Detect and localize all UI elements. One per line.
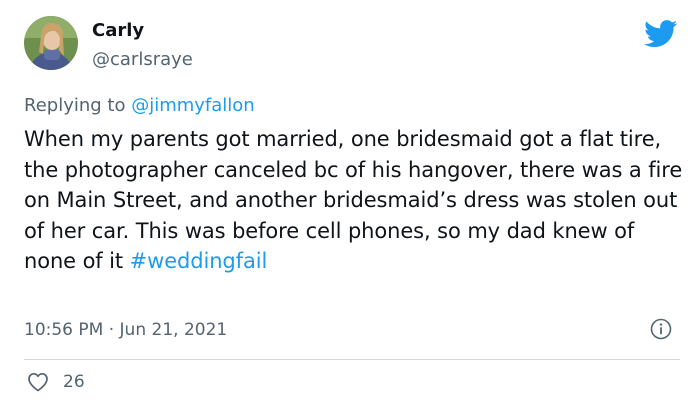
hashtag-link[interactable]: #weddingfail xyxy=(130,249,268,273)
tweet-body: When my parents got married, one bridesm… xyxy=(24,127,683,273)
tweet-time: 10:56 PM xyxy=(24,320,104,340)
tweet-card: Carly @carlsraye Replying to @jimmyfallo… xyxy=(0,0,700,411)
user-handle[interactable]: @carlsraye xyxy=(92,49,193,70)
tweet-date: Jun 21, 2021 xyxy=(119,320,228,340)
twitter-bird-icon[interactable] xyxy=(644,20,678,48)
avatar[interactable] xyxy=(24,16,78,70)
heart-icon[interactable] xyxy=(26,370,50,394)
mention-link[interactable]: @jimmyfallon xyxy=(131,95,255,116)
display-name[interactable]: Carly xyxy=(92,20,144,41)
info-icon[interactable] xyxy=(650,318,672,340)
tweet-text: When my parents got married, one bridesm… xyxy=(24,124,686,277)
avatar-image xyxy=(24,16,78,70)
tweet-timestamp[interactable]: 10:56 PM · Jun 21, 2021 xyxy=(24,320,227,340)
replying-to-line: Replying to @jimmyfallon xyxy=(24,95,255,116)
meta-separator: · xyxy=(103,320,120,340)
replying-to-label: Replying to xyxy=(24,95,132,116)
divider xyxy=(24,359,680,360)
like-count: 26 xyxy=(63,372,85,392)
